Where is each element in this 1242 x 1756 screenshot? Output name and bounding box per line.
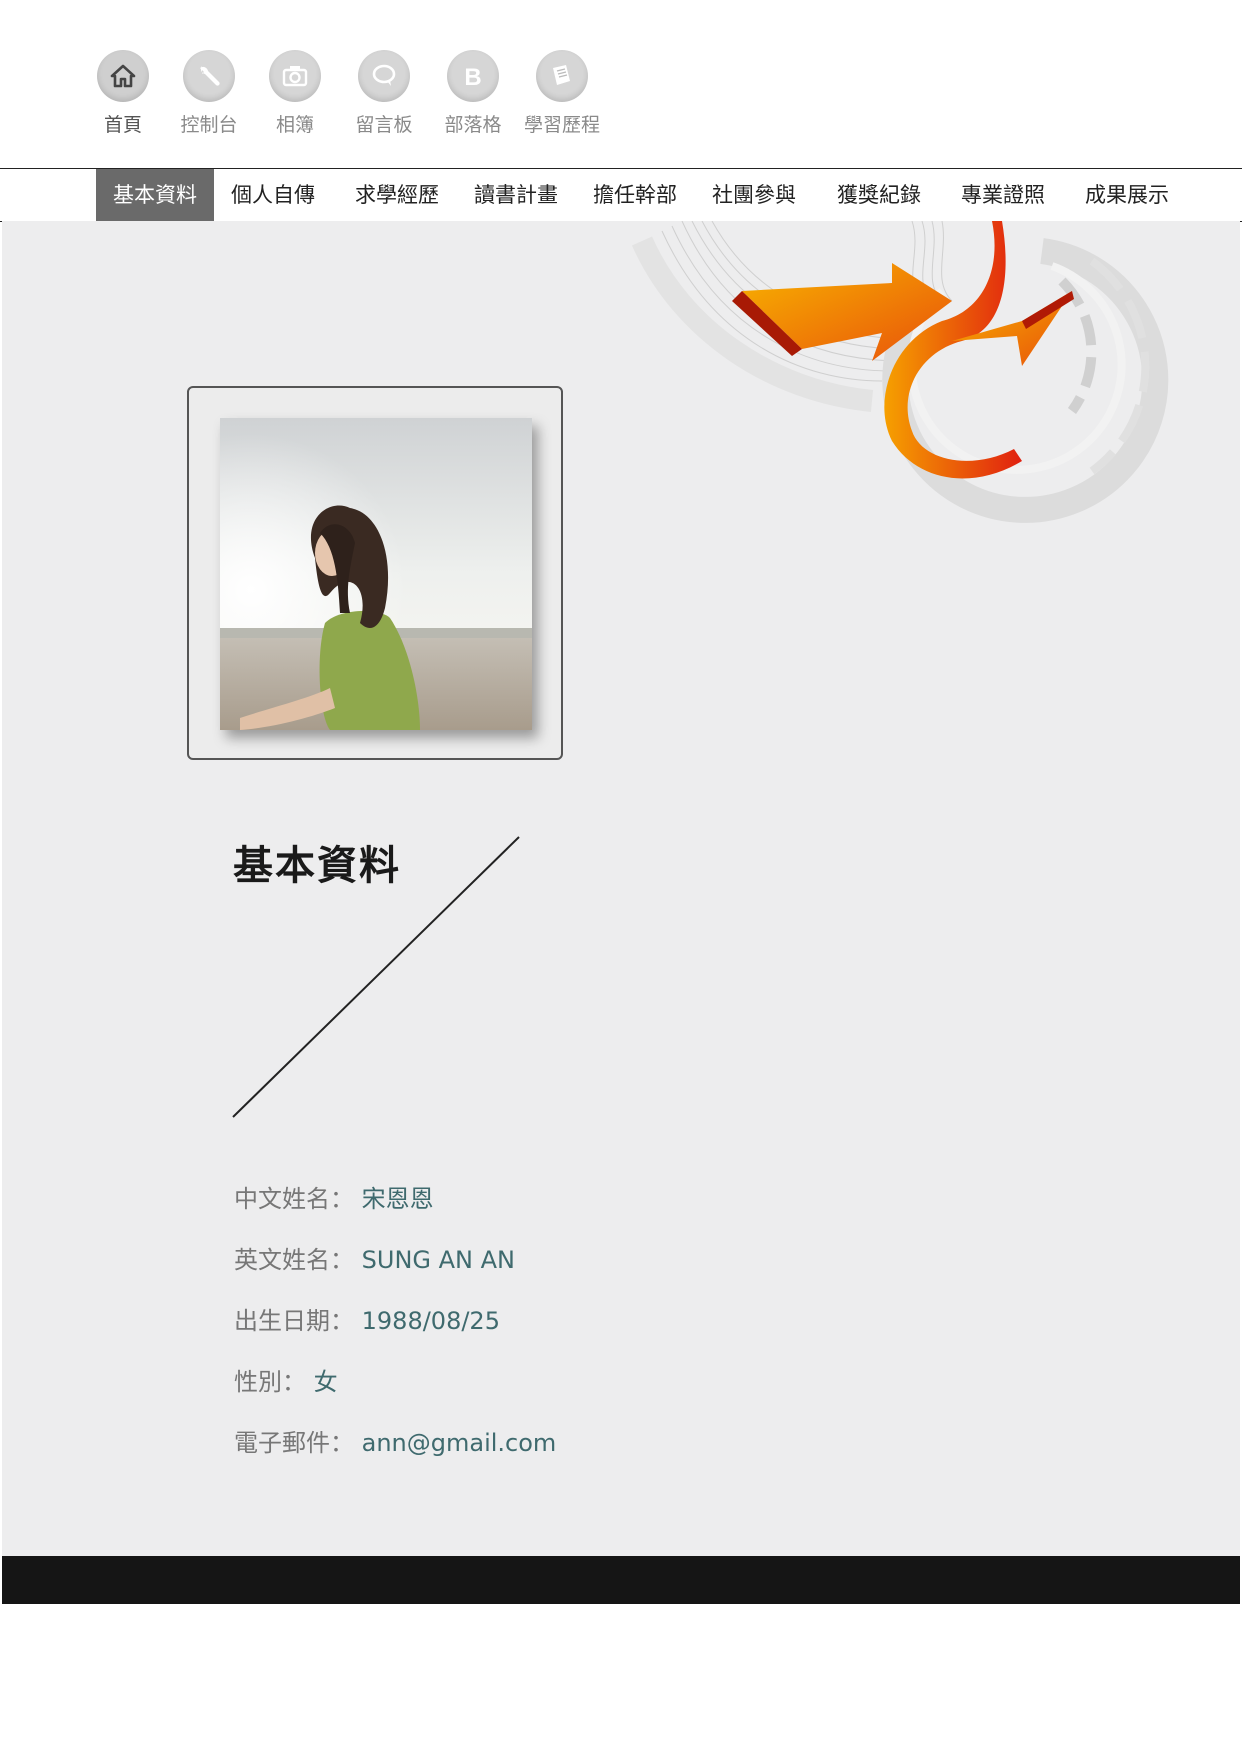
english-name-row: 英文姓名： SUNG AN AN — [234, 1240, 515, 1275]
birthdate-value: 1988/08/25 — [361, 1307, 500, 1335]
tab-autobiography[interactable]: 個人自傳 — [214, 169, 332, 221]
gender-row: 性別： 女 — [234, 1362, 338, 1397]
tab-portfolio[interactable]: 成果展示 — [1068, 169, 1186, 221]
english-name-label: 英文姓名： — [234, 1246, 354, 1274]
english-name-value: SUNG AN AN — [361, 1246, 515, 1274]
chinese-name-value: 宋恩恩 — [361, 1185, 434, 1213]
tab-leadership[interactable]: 擔任幹部 — [576, 169, 694, 221]
gender-value: 女 — [313, 1368, 338, 1396]
profile-photo — [220, 418, 532, 730]
nav-guestbook[interactable]: 留言板 — [339, 50, 429, 137]
nav-home[interactable]: 首頁 — [78, 50, 168, 137]
tab-certificates[interactable]: 專業證照 — [944, 169, 1062, 221]
camera-icon — [269, 50, 321, 102]
nav-label: 學習歷程 — [523, 114, 600, 136]
nav-console[interactable]: 控制台 — [164, 50, 254, 137]
document-icon — [536, 50, 588, 102]
nav-portfolio[interactable]: 學習歷程 — [517, 50, 607, 137]
nav-label: 相簿 — [275, 114, 314, 136]
nav-album[interactable]: 相簿 — [250, 50, 340, 137]
chinese-name-label: 中文姓名： — [234, 1185, 354, 1213]
decorative-diagonal-line — [232, 836, 520, 1118]
footer-bar — [2, 1556, 1240, 1604]
tab-basic-info[interactable]: 基本資料 — [96, 169, 214, 221]
home-icon — [97, 50, 149, 102]
nav-label: 控制台 — [180, 114, 238, 136]
chinese-name-row: 中文姓名： 宋恩恩 — [234, 1179, 434, 1214]
profile-photo-frame — [187, 386, 563, 760]
chat-bubble-icon — [358, 50, 410, 102]
nav-label: 部落格 — [444, 114, 502, 136]
section-tab-bar: 基本資料 個人自傳 求學經歷 讀書計畫 擔任幹部 社團參與 獲獎紀錄 專業證照 … — [0, 168, 1242, 222]
tab-study-plan[interactable]: 讀書計畫 — [457, 169, 575, 221]
email-label: 電子郵件： — [234, 1429, 354, 1457]
svg-text:B: B — [464, 64, 481, 89]
decorative-arrow-graphic — [631, 221, 1169, 523]
wrench-icon — [183, 50, 235, 102]
blog-b-icon: B — [447, 50, 499, 102]
nav-label: 首頁 — [103, 114, 142, 136]
birthdate-row: 出生日期： 1988/08/25 — [234, 1301, 500, 1336]
email-value[interactable]: ann@gmail.com — [362, 1429, 557, 1457]
gender-label: 性別： — [234, 1368, 306, 1396]
main-panel: 基本資料 中文姓名： 宋恩恩 英文姓名： SUNG AN AN 出生日期： 19… — [2, 221, 1240, 1556]
tab-clubs[interactable]: 社團參與 — [695, 169, 813, 221]
tab-education[interactable]: 求學經歷 — [338, 169, 456, 221]
tab-awards[interactable]: 獲獎紀錄 — [820, 169, 938, 221]
birthdate-label: 出生日期： — [234, 1307, 354, 1335]
nav-blog[interactable]: B 部落格 — [428, 50, 518, 137]
email-row: 電子郵件： ann@gmail.com — [234, 1423, 556, 1458]
nav-label: 留言板 — [355, 114, 413, 136]
